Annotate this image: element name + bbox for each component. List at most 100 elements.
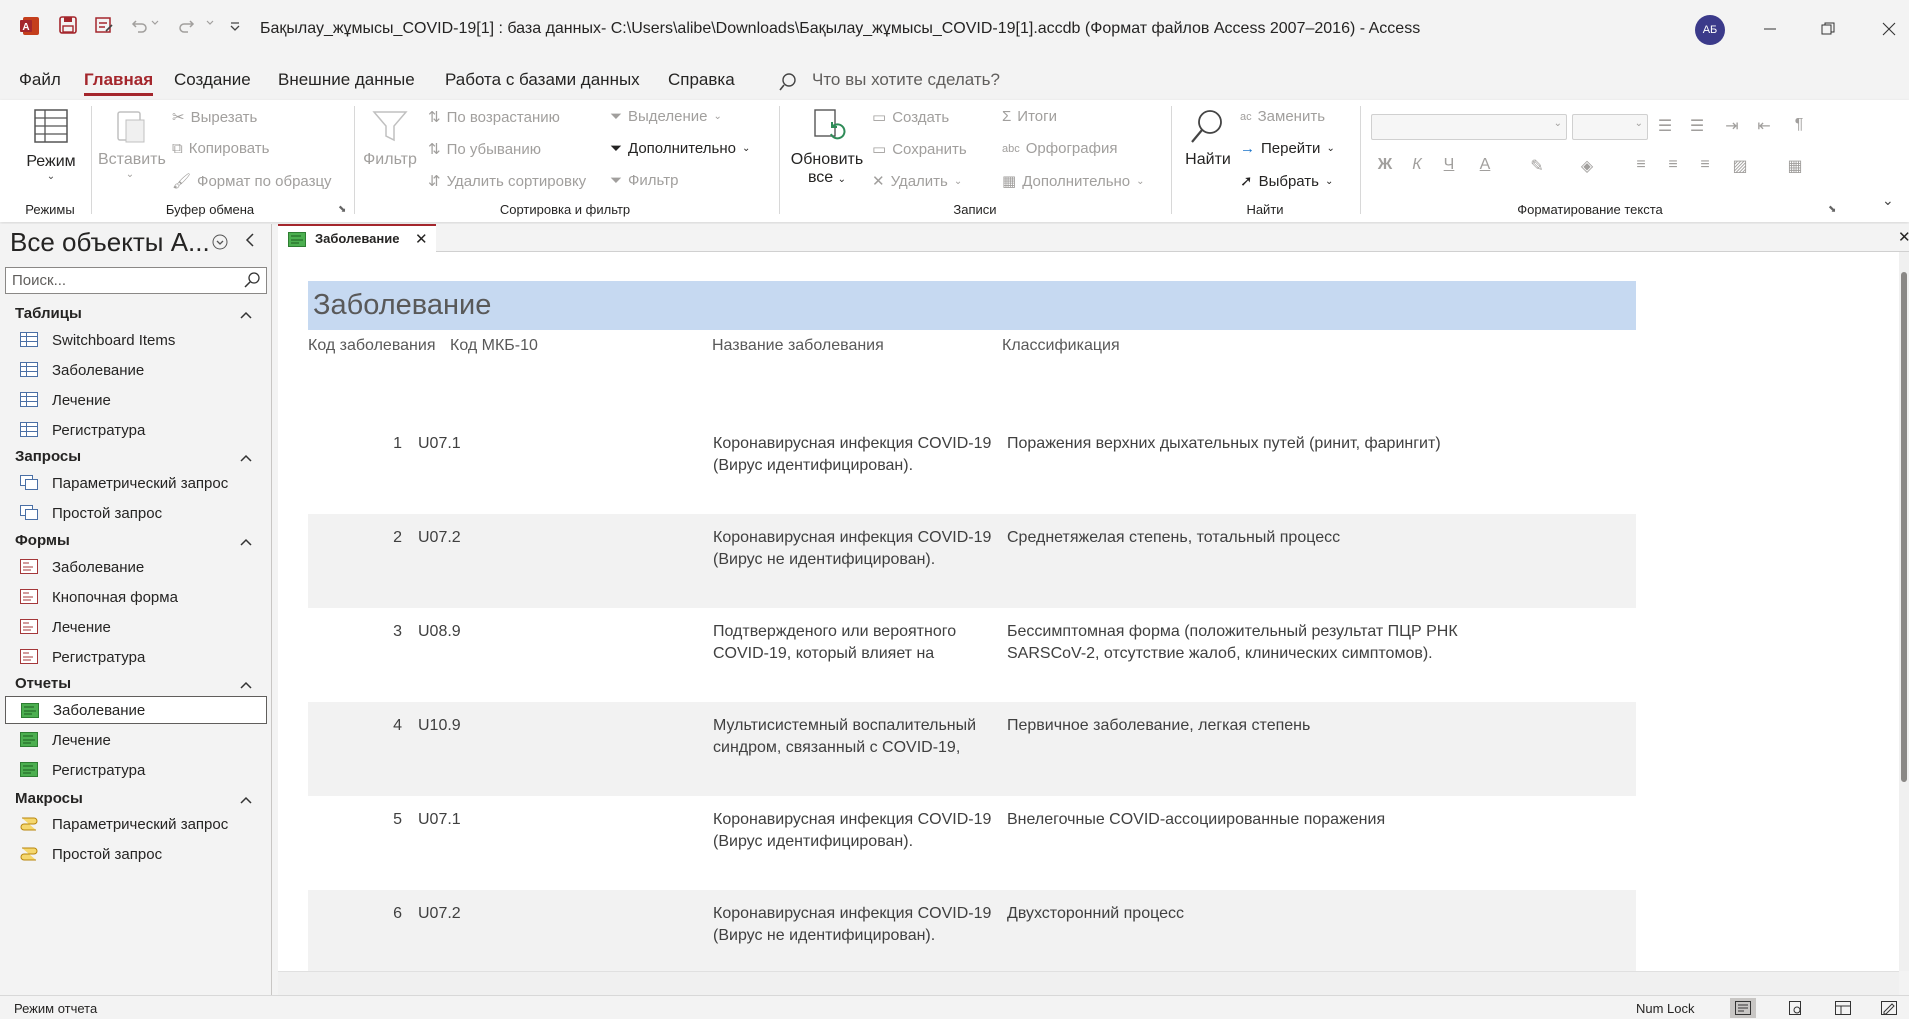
tab-file[interactable]: Файл [19, 70, 61, 90]
find-button[interactable]: Найти [1180, 106, 1236, 169]
horizontal-scrollbar[interactable] [278, 971, 1899, 995]
bullets-icon[interactable]: ☰ [1654, 116, 1676, 138]
totals-button[interactable]: Σ Итоги [1002, 108, 1057, 125]
highlight-icon[interactable]: ✎ [1526, 156, 1548, 178]
gridlines-icon[interactable]: ▦ [1784, 156, 1806, 178]
design-view-icon[interactable] [1876, 998, 1902, 1018]
nav-group-macros[interactable]: Макросы [15, 790, 83, 807]
numbering-icon[interactable]: ☰ [1686, 116, 1708, 138]
dialog-launcher-icon[interactable]: ⬊ [338, 204, 346, 215]
redo-dropdown-icon[interactable] [206, 20, 214, 26]
align-center-icon[interactable]: ≡ [1662, 156, 1684, 178]
tab-database-tools[interactable]: Работа с базами данных [445, 70, 640, 90]
nav-item-query-simple[interactable]: Простой запрос [5, 499, 267, 527]
search-icon[interactable] [244, 272, 260, 292]
chevron-up-icon[interactable] [240, 307, 252, 324]
nav-group-tables[interactable]: Таблицы [15, 305, 82, 322]
fill-color-icon[interactable]: ◈ [1576, 156, 1598, 178]
form-view-icon[interactable] [94, 15, 114, 35]
goto-button[interactable]: → Перейти ⌄ [1240, 140, 1335, 157]
advanced-filter-button[interactable]: ⏷ Дополнительно ⌄ [610, 140, 750, 157]
cut-button[interactable]: ✂ Вырезать [172, 108, 257, 127]
refresh-all-button[interactable]: Обновить все ⌄ [789, 106, 865, 187]
nav-group-forms[interactable]: Формы [15, 532, 70, 549]
new-record-button[interactable]: ▭ Создать [872, 108, 949, 127]
view-mode-button[interactable]: Режим ⌄ [24, 106, 78, 182]
close-document-icon[interactable]: ✕ [1898, 228, 1909, 246]
paragraph-direction-icon[interactable]: ¶ [1788, 116, 1810, 138]
nav-item-table-treatment[interactable]: Лечение [5, 386, 267, 414]
italic-button[interactable]: К [1406, 156, 1428, 178]
chevron-up-icon[interactable] [240, 792, 252, 809]
close-tab-icon[interactable]: ✕ [415, 230, 428, 248]
doc-tab-disease-report[interactable]: Заболевание ✕ [278, 224, 436, 252]
tab-create[interactable]: Создание [174, 70, 251, 90]
chevron-up-icon[interactable] [240, 677, 252, 694]
nav-item-query-parametric[interactable]: Параметрический запрос [5, 469, 267, 497]
decrease-indent-icon[interactable]: ⇤ [1753, 116, 1775, 138]
nav-item-macro-parametric[interactable]: Параметрический запрос [5, 810, 267, 838]
align-left-icon[interactable]: ≡ [1630, 156, 1652, 178]
delete-record-button[interactable]: ✕ Удалить ⌄ [872, 172, 962, 191]
nav-item-table-disease[interactable]: Заболевание [5, 356, 267, 384]
nav-item-table-registry[interactable]: Регистратура [5, 416, 267, 444]
underline-button[interactable]: Ч [1438, 156, 1460, 178]
increase-indent-icon[interactable]: ⇥ [1721, 116, 1743, 138]
dialog-launcher-icon[interactable]: ⬊ [1828, 204, 1836, 215]
nav-item-report-disease[interactable]: Заболевание [5, 696, 267, 724]
print-preview-icon[interactable] [1782, 998, 1808, 1018]
nav-pane-title[interactable]: Все объекты А... [10, 227, 210, 258]
remove-sort-button[interactable]: ⇵ Удалить сортировку [428, 172, 586, 191]
minimize-button[interactable] [1755, 14, 1785, 44]
user-avatar[interactable]: АБ [1695, 15, 1725, 45]
customize-qat-icon[interactable] [229, 22, 241, 32]
bold-button[interactable]: Ж [1374, 156, 1396, 178]
restore-button[interactable] [1813, 14, 1843, 44]
save-icon[interactable] [58, 15, 78, 35]
nav-item-report-registry[interactable]: Регистратура [5, 756, 267, 784]
filter-button[interactable]: Фильтр [362, 106, 418, 169]
select-button[interactable]: ➚ Выбрать ⌄ [1240, 172, 1333, 191]
copy-button[interactable]: ⧉ Копировать [172, 140, 269, 157]
scrollbar-thumb[interactable] [1901, 272, 1907, 782]
collapse-nav-icon[interactable] [244, 232, 256, 252]
save-record-button[interactable]: ▭ Сохранить [872, 140, 967, 159]
replace-button[interactable]: ac Заменить [1240, 108, 1325, 125]
report-view-icon[interactable] [1730, 998, 1756, 1018]
tab-help[interactable]: Справка [668, 70, 735, 90]
nav-item-form-switchboard[interactable]: Кнопочная форма [5, 583, 267, 611]
toggle-filter-button[interactable]: ⏷ Фильтр [610, 172, 678, 189]
spelling-button[interactable]: abc Орфография [1002, 140, 1117, 157]
selection-button[interactable]: ⏷ Выделение ⌄ [610, 108, 722, 125]
more-records-button[interactable]: ▦ Дополнительно ⌄ [1002, 172, 1145, 191]
paste-button[interactable]: Вставить ⌄ [98, 106, 166, 180]
collapse-ribbon-icon[interactable]: ⌄ [1882, 192, 1894, 209]
font-color-button[interactable]: А [1474, 156, 1496, 178]
nav-item-form-registry[interactable]: Регистратура [5, 643, 267, 671]
format-painter-button[interactable]: 🖌 Формат по образцу [172, 172, 332, 191]
undo-dropdown-icon[interactable] [151, 20, 159, 26]
font-name-combo[interactable]: ⌄ [1371, 114, 1567, 140]
layout-view-icon[interactable] [1830, 998, 1856, 1018]
nav-item-macro-simple[interactable]: Простой запрос [5, 840, 267, 868]
nav-group-queries[interactable]: Запросы [15, 448, 81, 465]
tab-home[interactable]: Главная [84, 70, 154, 96]
tell-me-input[interactable]: Что вы хотите сделать? [812, 70, 1000, 90]
undo-icon[interactable] [130, 15, 150, 35]
alternate-row-color-icon[interactable]: ▨ [1729, 156, 1751, 178]
font-size-combo[interactable]: ⌄ [1572, 114, 1648, 140]
sort-descending-button[interactable]: ⇅ По убыванию [428, 140, 541, 159]
nav-item-form-treatment[interactable]: Лечение [5, 613, 267, 641]
nav-group-reports[interactable]: Отчеты [15, 675, 71, 692]
nav-item-report-treatment[interactable]: Лечение [5, 726, 267, 754]
nav-item-table-switchboard[interactable]: Switchboard Items [5, 326, 267, 354]
vertical-scrollbar[interactable] [1899, 252, 1909, 971]
close-window-button[interactable] [1874, 14, 1904, 44]
align-right-icon[interactable]: ≡ [1694, 156, 1716, 178]
chevron-up-icon[interactable] [240, 534, 252, 551]
redo-icon[interactable] [176, 15, 196, 35]
chevron-up-icon[interactable] [240, 450, 252, 467]
nav-menu-dropdown-icon[interactable] [212, 234, 228, 254]
sort-ascending-button[interactable]: ⇅ По возрастанию [428, 108, 560, 127]
nav-search-input[interactable]: Поиск... [5, 267, 267, 294]
